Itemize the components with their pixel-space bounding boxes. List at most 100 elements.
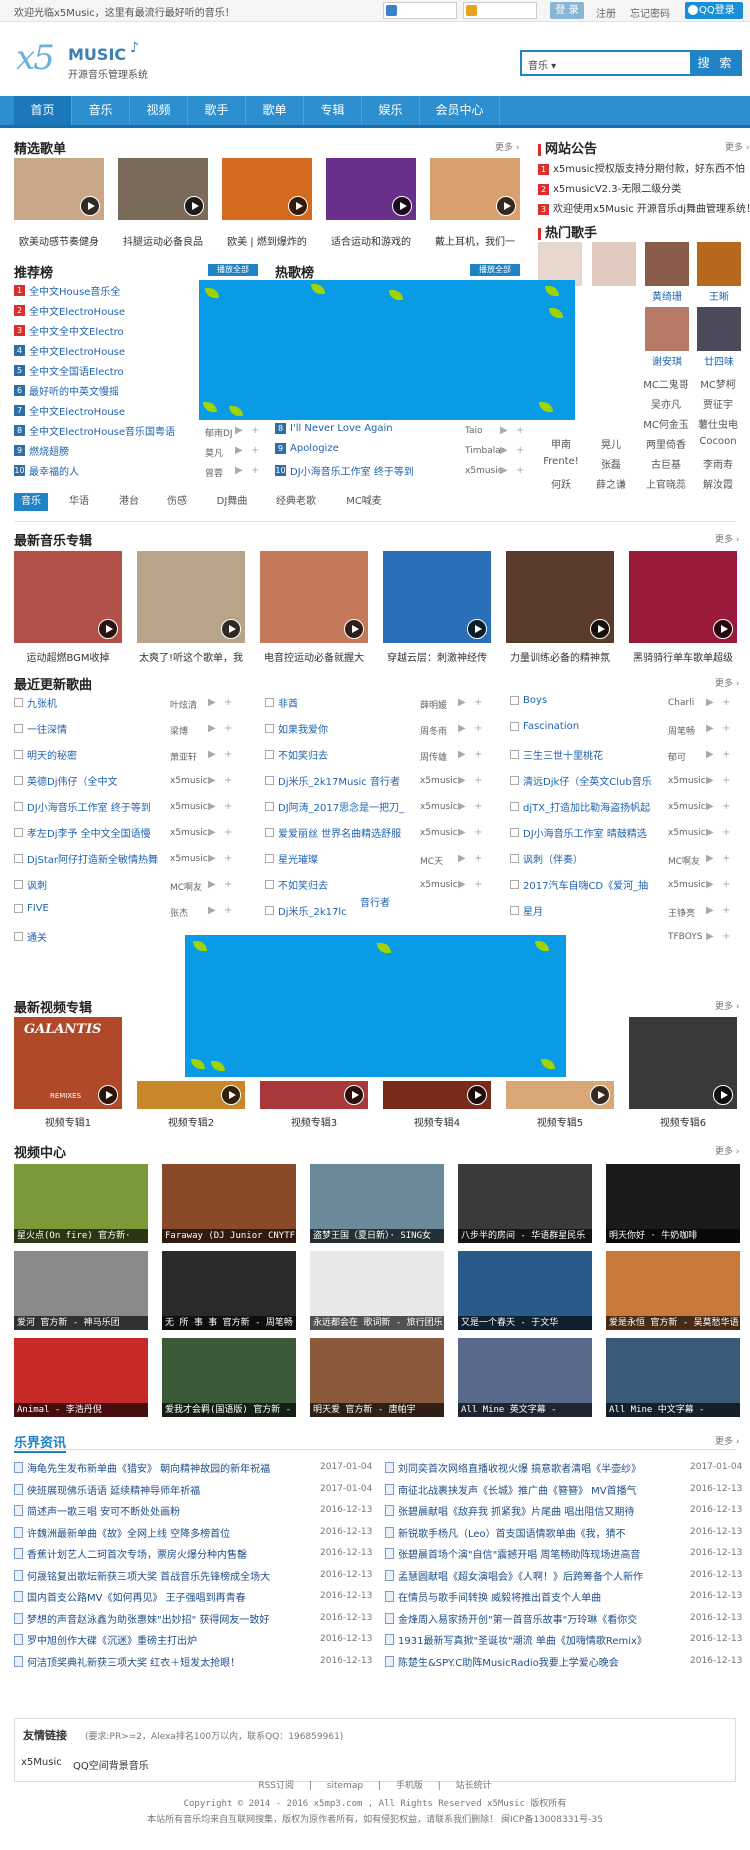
song-checkbox[interactable] bbox=[510, 828, 519, 837]
artist-name[interactable]: x5music bbox=[170, 854, 208, 864]
hot-rank-row[interactable]: 8 I'll Never Love Again bbox=[275, 423, 455, 441]
search-button[interactable]: 搜 索 bbox=[690, 50, 742, 76]
song-checkbox[interactable] bbox=[265, 854, 274, 863]
sitemap-link[interactable]: sitemap bbox=[327, 1781, 363, 1791]
song-title[interactable]: 全中文全中文Electro bbox=[29, 327, 124, 338]
add-icon[interactable]: + bbox=[474, 879, 482, 890]
video-thumbnail[interactable]: 星火点(On fire) 官方新· bbox=[14, 1164, 148, 1243]
song-title[interactable]: 全中文全国语Electro bbox=[29, 367, 124, 378]
news-more-link[interactable]: 更多 bbox=[715, 1434, 739, 1447]
news-item[interactable]: 金烽周入易家扬开创"第一首音乐故事"万玲琳《看你交 bbox=[385, 1611, 675, 1631]
song-title[interactable]: 一往深情 bbox=[27, 725, 67, 736]
play-icon[interactable]: ▶ bbox=[208, 801, 216, 812]
video-thumbnail[interactable]: 盗梦王国（夏日新）· SING女 bbox=[310, 1164, 444, 1243]
news-link[interactable]: 张碧晨首场个演"自信"震撼开唱 周笔畅助阵现场进高音 bbox=[398, 1550, 640, 1561]
add-icon[interactable]: + bbox=[722, 905, 730, 916]
artist-name[interactable]: x5music bbox=[420, 828, 458, 838]
video-thumbnail[interactable]: 无 所 事 事 官方新 - 周笔畅 bbox=[162, 1251, 296, 1330]
singer-link[interactable]: 两里倚香 bbox=[643, 436, 689, 451]
singer-link[interactable]: 何跃 bbox=[538, 476, 584, 491]
play-icon[interactable]: ▶ bbox=[500, 465, 508, 476]
song-title[interactable]: 燃烧翅膀 bbox=[29, 447, 69, 458]
song-title[interactable]: DJ小海音乐工作室 终于等到 bbox=[290, 467, 414, 478]
song-row[interactable]: 2017汽车自嗨CD《爱河_抽 bbox=[510, 877, 648, 897]
album-caption[interactable]: 电音控运动必备就握大 bbox=[260, 649, 368, 664]
song-title[interactable]: Dj米乐_2k17Music 音行者 bbox=[278, 777, 400, 788]
song-title[interactable]: 爱爱丽丝 世界名曲精选舒服 bbox=[278, 829, 401, 840]
singer-link[interactable]: 晃儿 bbox=[588, 436, 634, 451]
category-tab[interactable]: 经典老歌 bbox=[270, 493, 322, 511]
song-title[interactable]: 音行者 bbox=[360, 894, 390, 909]
song-title[interactable]: 非酋 bbox=[278, 699, 298, 710]
song-title[interactable]: 2017汽车自嗨CD《爱河_抽 bbox=[523, 881, 648, 892]
register-link[interactable]: 注册 bbox=[596, 5, 616, 20]
add-icon[interactable]: + bbox=[474, 723, 482, 734]
song-checkbox[interactable] bbox=[265, 750, 274, 759]
song-title[interactable]: 全中文ElectroHouse音乐国粤语 bbox=[29, 427, 175, 438]
add-icon[interactable]: + bbox=[722, 775, 730, 786]
song-row[interactable]: Dj米乐_2k17lc bbox=[265, 903, 347, 923]
news-link[interactable]: 金烽周入易家扬开创"第一首音乐故事"万玲琳《看你交 bbox=[398, 1615, 637, 1626]
play-icon[interactable] bbox=[80, 196, 100, 216]
news-link[interactable]: 在情员与歌手间转换 威毅将推出首支个人单曲 bbox=[398, 1593, 601, 1604]
video-caption[interactable]: 星火点(On fire) 官方新· bbox=[14, 1229, 148, 1243]
artist-name[interactable]: 薛明媛 bbox=[420, 698, 447, 711]
song-checkbox[interactable] bbox=[265, 828, 274, 837]
play-icon[interactable]: ▶ bbox=[706, 853, 714, 864]
add-icon[interactable]: + bbox=[251, 465, 259, 476]
song-checkbox[interactable] bbox=[265, 698, 274, 707]
video-albums-more-link[interactable]: 更多 bbox=[715, 999, 739, 1012]
song-checkbox[interactable] bbox=[14, 880, 23, 889]
add-icon[interactable]: + bbox=[516, 465, 524, 476]
singer-link[interactable]: MC梦柯 bbox=[695, 376, 741, 391]
video-caption[interactable]: 永远都会在 歌词新 - 旅行团乐 bbox=[310, 1316, 444, 1330]
video-thumbnail[interactable]: All Mine 英文字幕 - bbox=[458, 1338, 592, 1417]
song-title[interactable]: DjStar阿仔打造新全敏情热舞 bbox=[27, 855, 158, 866]
category-tab[interactable]: 音乐 bbox=[14, 493, 48, 511]
album-caption[interactable]: 太爽了!听这个歌单，我 bbox=[137, 649, 245, 664]
singer-link[interactable]: 解汝霞 bbox=[695, 476, 741, 491]
play-icon[interactable]: ▶ bbox=[458, 749, 466, 760]
thumbnail[interactable] bbox=[629, 551, 737, 643]
news-item[interactable]: 在情员与歌手间转换 威毅将推出首支个人单曲 bbox=[385, 1589, 675, 1609]
play-icon[interactable]: ▶ bbox=[706, 879, 714, 890]
video-thumbnail[interactable]: 爱是永恒 官方新 - 吴莫愁华语 bbox=[606, 1251, 740, 1330]
artist-name[interactable]: 周笔畅 bbox=[668, 724, 695, 737]
song-checkbox[interactable] bbox=[265, 802, 274, 811]
artist-name[interactable]: x5music bbox=[170, 828, 208, 838]
play-icon[interactable]: ▶ bbox=[208, 697, 216, 708]
song-title[interactable]: 九张机 bbox=[27, 699, 57, 710]
artist-name[interactable]: Timbalar bbox=[465, 446, 504, 456]
video-thumbnail[interactable]: 又是一个春天 - 于文华 bbox=[458, 1251, 592, 1330]
add-icon[interactable]: + bbox=[722, 801, 730, 812]
news-link[interactable]: 海龟先生发布新单曲《猎安》 朝向精神故园的新年祝福 bbox=[27, 1464, 270, 1475]
play-icon[interactable] bbox=[467, 619, 487, 639]
artist-name[interactable]: x5music bbox=[420, 880, 458, 890]
song-row[interactable]: djTX_打造加比勒海盗扬帆起 bbox=[510, 799, 650, 819]
song-title[interactable]: 三生三世十里桃花 bbox=[523, 751, 603, 762]
artist-name[interactable]: 王铮亮 bbox=[668, 906, 695, 919]
nav-album[interactable]: 专辑 bbox=[304, 96, 362, 125]
song-title[interactable]: 最幸福的人 bbox=[29, 467, 79, 478]
play-icon[interactable]: ▶ bbox=[235, 465, 243, 476]
artist-name[interactable]: 莫凡 bbox=[205, 446, 223, 459]
ad-banner[interactable] bbox=[199, 280, 575, 420]
news-link[interactable]: 侠班展现佛乐语语 延续精神导师年祈福 bbox=[27, 1486, 200, 1497]
song-checkbox[interactable] bbox=[265, 776, 274, 785]
play-icon[interactable]: ▶ bbox=[458, 827, 466, 838]
add-icon[interactable]: + bbox=[474, 827, 482, 838]
nav-music[interactable]: 音乐 bbox=[72, 96, 130, 125]
song-checkbox[interactable] bbox=[14, 724, 23, 733]
news-link[interactable]: 张碧晨献唱《敌弃我 抓紧我》片尾曲 唱出阻信又期待 bbox=[398, 1507, 634, 1518]
play-icon[interactable] bbox=[344, 1085, 364, 1105]
news-item[interactable]: 南征北战裹挟发声《长城》推广曲《簪簪》 MV首播气 bbox=[385, 1482, 675, 1502]
play-icon[interactable]: ▶ bbox=[706, 749, 714, 760]
thumbnail[interactable] bbox=[14, 158, 104, 220]
artist-name[interactable]: MC啊友 bbox=[170, 880, 202, 893]
updates-more-link[interactable]: 更多 bbox=[715, 676, 739, 689]
song-checkbox[interactable] bbox=[510, 750, 519, 759]
thumbnail[interactable] bbox=[260, 1081, 368, 1109]
video-thumbnail[interactable]: 永远都会在 歌词新 - 旅行团乐 bbox=[310, 1251, 444, 1330]
thumbnail[interactable] bbox=[260, 551, 368, 643]
news-item[interactable]: 何洁顶奖典礼新获三项大奖 红衣＋短发太抢眼！ bbox=[14, 1654, 304, 1674]
